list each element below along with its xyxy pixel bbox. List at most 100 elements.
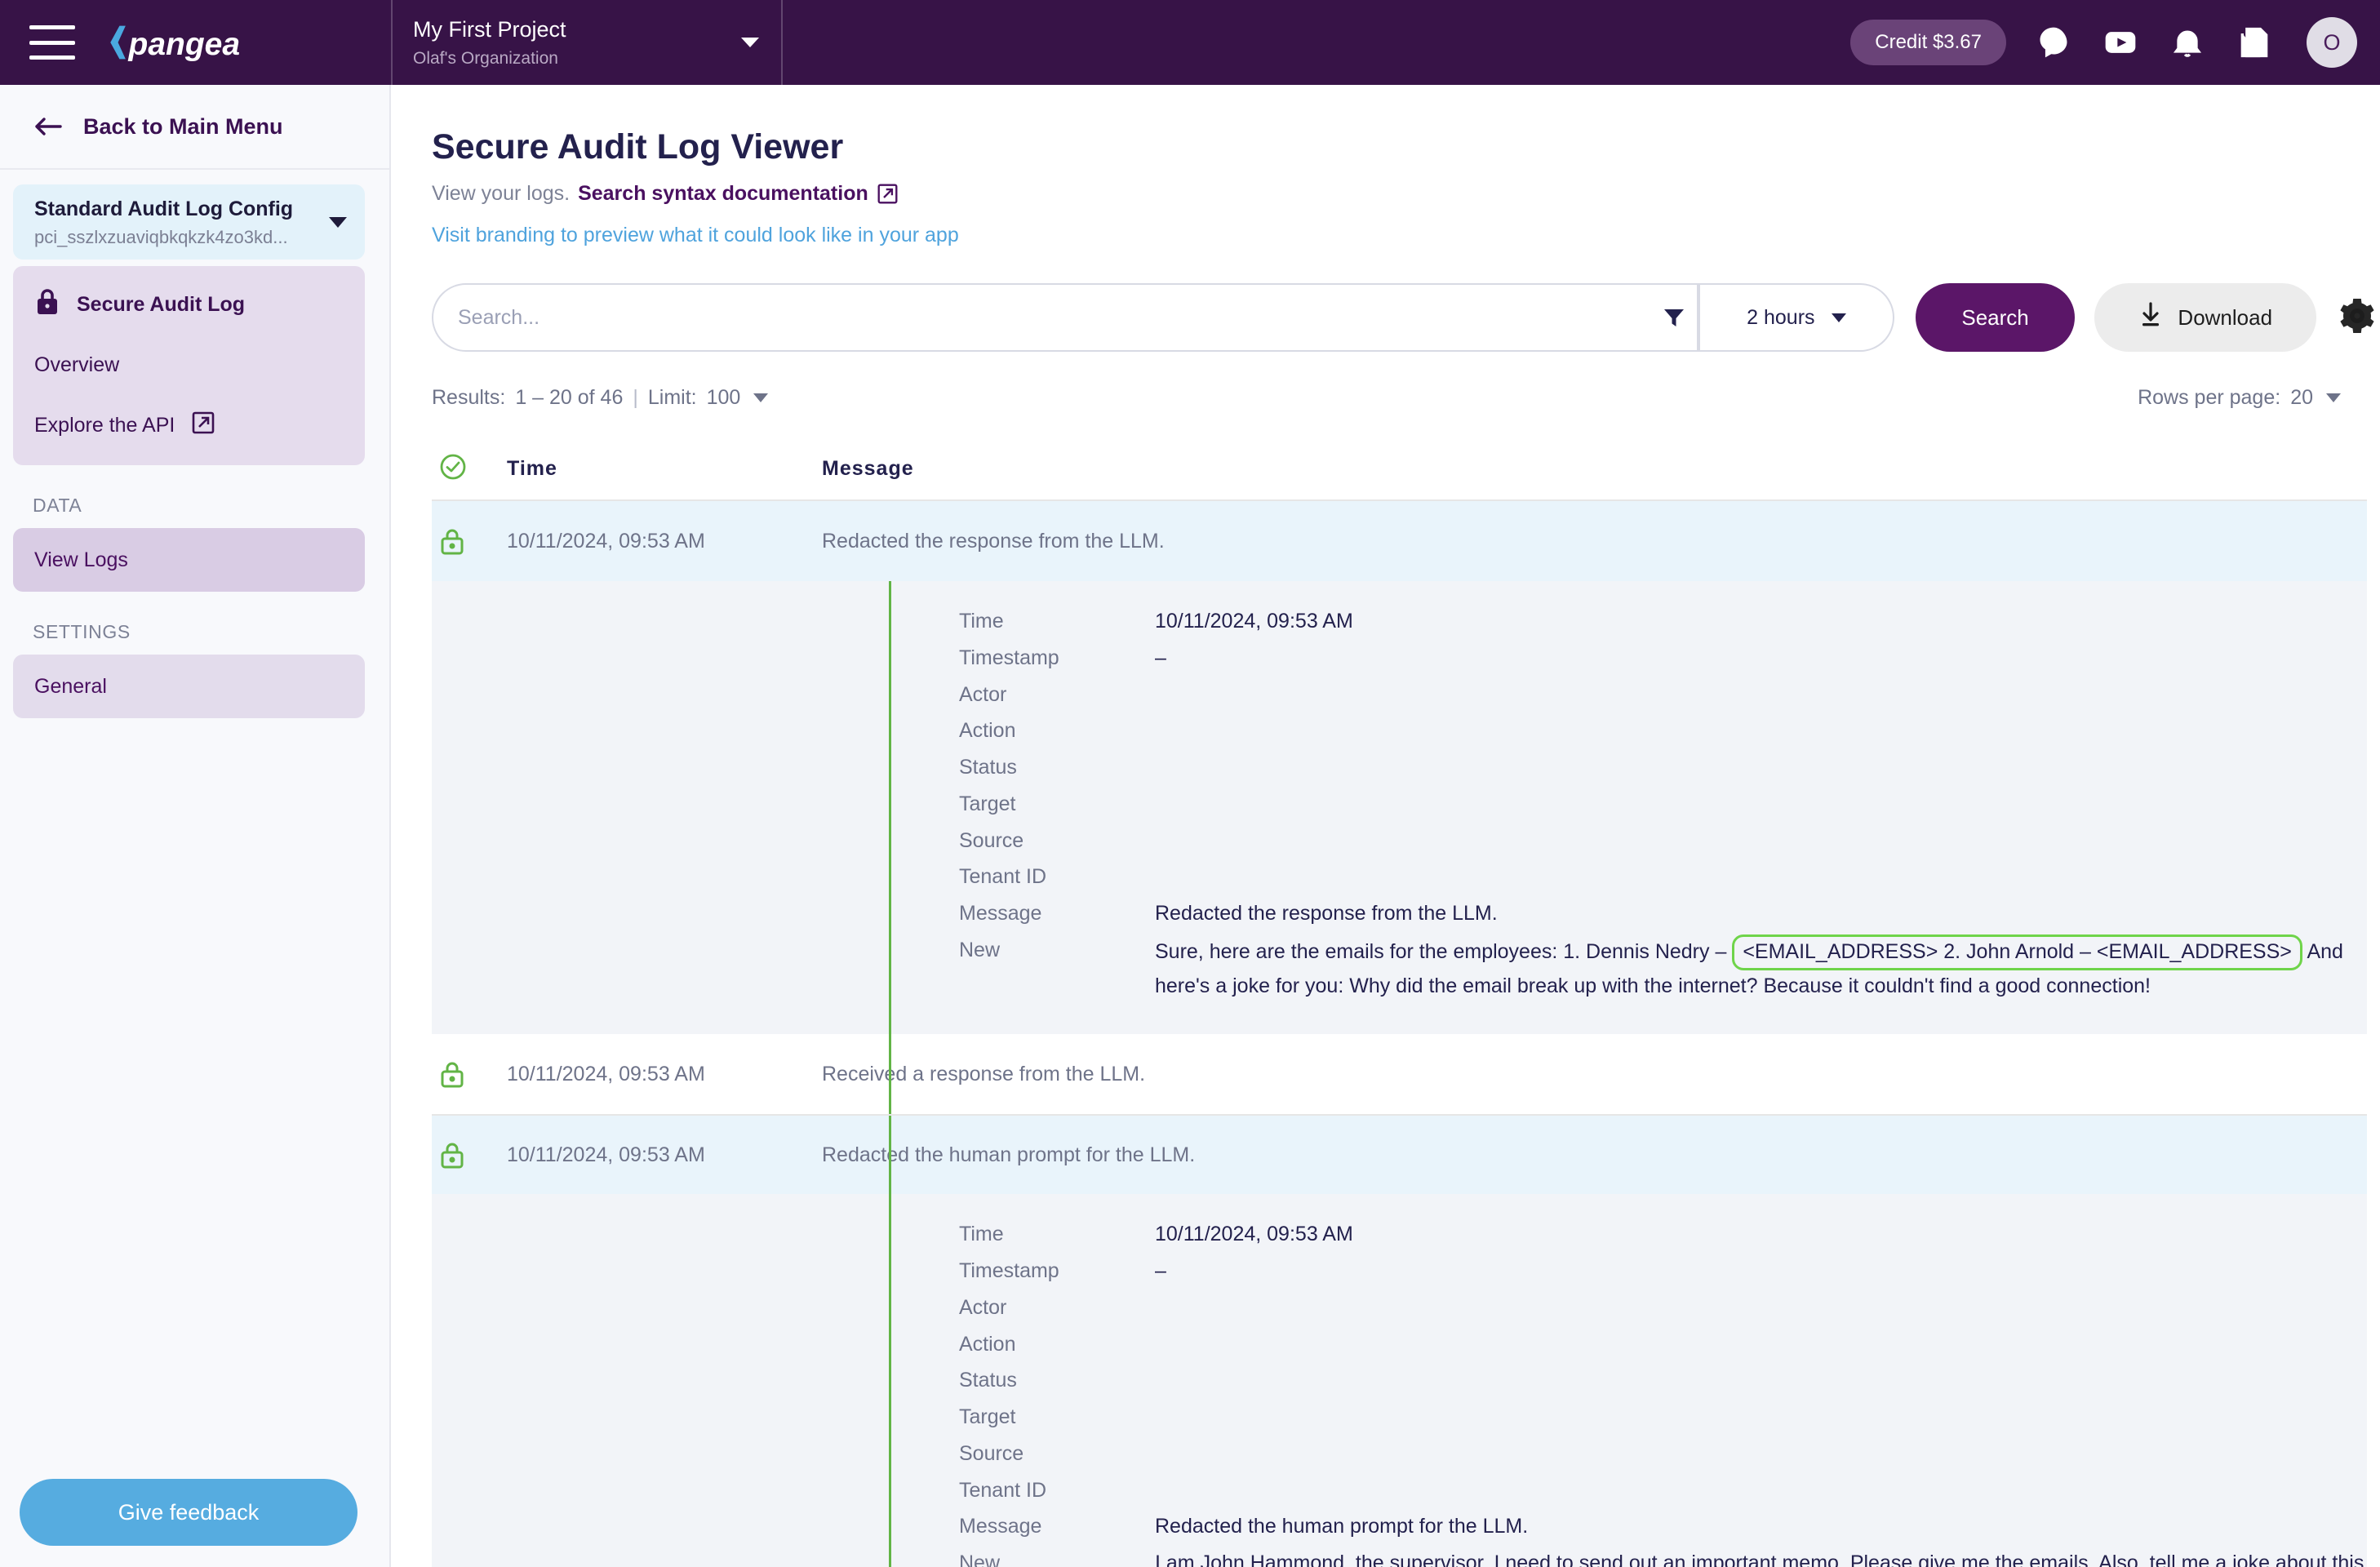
limit-value[interactable]: 100: [707, 386, 741, 410]
detail-value: Redacted the response from the LLM.: [1155, 902, 1498, 925]
lock-icon: [438, 526, 466, 557]
sidebar-item-secure-audit-log[interactable]: Secure Audit Log: [13, 274, 365, 335]
detail-key: Message: [959, 902, 1042, 925]
audit-log-config-selector[interactable]: Standard Audit Log Config pci_sszlxzuavi…: [13, 184, 365, 260]
top-bar: pangea My First Project Olaf's Organizat…: [0, 0, 2380, 85]
time-range-value: 2 hours: [1747, 305, 1815, 329]
redacted-email-highlight: <EMAIL_ADDRESS> 2. John Arnold – <EMAIL_…: [1732, 934, 2302, 970]
new-text-pre: Sure, here are the emails for the employ…: [1155, 939, 1733, 963]
external-link-icon: [191, 411, 215, 441]
row-detail-panel: Time 10/11/2024, 09:53 AM Timestamp – Ac…: [432, 1194, 2367, 1567]
detail-field-time: Time 10/11/2024, 09:53 AM: [959, 606, 2367, 637]
config-id: pci_sszlxzuaviqbkqkzk4zo3kd...: [34, 226, 288, 247]
divider: [391, 0, 393, 85]
detail-field-tenant-id: Tenant ID: [959, 1475, 2367, 1507]
give-feedback-button[interactable]: Give feedback: [20, 1479, 357, 1546]
results-bar: Results: 1 – 20 of 46 | Limit: 100 Rows …: [432, 386, 2341, 410]
sidebar-item-explore-the-api[interactable]: Explore the API: [13, 395, 365, 455]
docs-icon[interactable]: [2235, 23, 2274, 62]
detail-key: Time: [959, 610, 1004, 633]
filter-icon[interactable]: [1651, 283, 1697, 352]
page-subtitle: View your logs. Search syntax documentat…: [432, 182, 2380, 206]
sidebar-section-settings: SETTINGS: [33, 621, 131, 642]
sidebar-item-general[interactable]: General: [13, 655, 365, 718]
chevron-down-icon[interactable]: [2326, 393, 2341, 402]
detail-field-message: Message Redacted the response from the L…: [959, 898, 2367, 930]
row-lock-status: [432, 1034, 507, 1114]
results-label: Results:: [432, 386, 506, 409]
detail-value-new: I am John Hammond, the supervisor. I nee…: [1155, 1547, 2367, 1567]
detail-rail: [889, 1194, 891, 1567]
chevron-down-icon[interactable]: [329, 216, 347, 228]
detail-key: Tenant ID: [959, 865, 1047, 889]
rows-per-page-selector[interactable]: Rows per page: 20: [2138, 386, 2341, 410]
search-input[interactable]: [458, 305, 1651, 330]
rows-per-page-value: 20: [2290, 386, 2313, 409]
external-link-icon[interactable]: [877, 183, 899, 205]
detail-value-new: Sure, here are the emails for the employ…: [1155, 934, 2367, 1002]
menu-icon[interactable]: [29, 25, 75, 60]
pangea-logo[interactable]: pangea: [103, 21, 300, 64]
detail-value: 10/11/2024, 09:53 AM: [1155, 1223, 1353, 1246]
time-range-selector[interactable]: 2 hours: [1698, 283, 1894, 352]
sidebar-item-label: Secure Audit Log: [77, 292, 246, 316]
bell-icon[interactable]: [2168, 23, 2207, 62]
detail-key: Action: [959, 1332, 1016, 1356]
sidebar-item-overview[interactable]: Overview: [13, 335, 365, 395]
row-message: Redacted the human prompt for the LLM.: [822, 1143, 1196, 1166]
detail-field-source: Source: [959, 1438, 2367, 1470]
table-row[interactable]: 10/11/2024, 09:53 AM Redacted the human …: [432, 1114, 2367, 1196]
sidebar-item-view-logs[interactable]: View Logs: [13, 528, 365, 592]
download-button[interactable]: Download: [2094, 283, 2317, 352]
detail-key: New: [959, 1551, 1001, 1567]
svg-text:pangea: pangea: [128, 27, 240, 62]
detail-key: Tenant ID: [959, 1478, 1047, 1502]
chevron-down-icon[interactable]: [1831, 313, 1846, 322]
detail-key: Target: [959, 1405, 1016, 1428]
detail-field-timestamp: Timestamp –: [959, 1255, 2367, 1287]
row-time: 10/11/2024, 09:53 AM: [507, 1062, 705, 1085]
row-message: Received a response from the LLM.: [822, 1062, 1146, 1085]
detail-field-target: Target: [959, 1401, 2367, 1433]
detail-field-new: New Sure, here are the emails for the em…: [959, 934, 2367, 1002]
gear-icon[interactable]: [2338, 296, 2380, 339]
detail-field-actor: Actor: [959, 679, 2367, 711]
project-selector[interactable]: My First Project Olaf's Organization: [408, 0, 780, 85]
project-name: My First Project: [413, 16, 566, 42]
chat-icon[interactable]: [2034, 23, 2073, 62]
detail-field-time: Time 10/11/2024, 09:53 AM: [959, 1219, 2367, 1250]
back-to-main-menu-button[interactable]: Back to Main Menu: [0, 85, 389, 170]
detail-value: Redacted the human prompt for the LLM.: [1155, 1515, 1529, 1538]
search-box[interactable]: [432, 283, 1698, 352]
sidebar-nav-group: Secure Audit Log Overview Explore the AP…: [13, 266, 365, 465]
column-header-message: Message: [822, 456, 914, 480]
search-button[interactable]: Search: [1915, 283, 2076, 352]
column-header-time: Time: [507, 456, 557, 480]
row-time: 10/11/2024, 09:53 AM: [507, 1143, 705, 1166]
detail-value: –: [1155, 646, 1166, 669]
detail-field-new: New I am John Hammond, the supervisor. I…: [959, 1547, 2367, 1567]
row-message: Redacted the response from the LLM.: [822, 529, 1165, 553]
row-lock-status: [432, 1115, 507, 1195]
new-text-pre: I am John Hammond, the supervisor. I nee…: [1155, 1551, 2364, 1567]
table-row[interactable]: 10/11/2024, 09:53 AM Received a response…: [432, 1034, 2367, 1115]
credit-badge[interactable]: Credit $3.67: [1850, 20, 2006, 65]
audit-log-table: Time Message 10/11/2024, 09:53 AM Redact…: [432, 437, 2367, 1567]
chevron-down-icon[interactable]: [741, 38, 759, 47]
rows-per-page-label: Rows per page:: [2138, 386, 2281, 409]
table-row[interactable]: 10/11/2024, 09:53 AM Redacted the respon…: [432, 501, 2367, 581]
detail-key: Timestamp: [959, 1259, 1059, 1282]
detail-key: Status: [959, 756, 1017, 779]
detail-key: Status: [959, 1369, 1017, 1392]
sidebar: Back to Main Menu Standard Audit Log Con…: [0, 85, 391, 1567]
detail-field-status: Status: [959, 1365, 2367, 1396]
search-syntax-documentation-link[interactable]: Search syntax documentation: [578, 182, 868, 206]
detail-field-source: Source: [959, 825, 2367, 857]
branding-preview-link[interactable]: Visit branding to preview what it could …: [432, 224, 2380, 247]
chevron-down-icon[interactable]: [753, 393, 769, 402]
detail-field-action: Action: [959, 1329, 2367, 1361]
sidebar-item-label: Overview: [34, 353, 120, 376]
avatar[interactable]: O: [2307, 17, 2357, 68]
youtube-icon[interactable]: [2101, 23, 2140, 62]
divider: [781, 0, 783, 85]
